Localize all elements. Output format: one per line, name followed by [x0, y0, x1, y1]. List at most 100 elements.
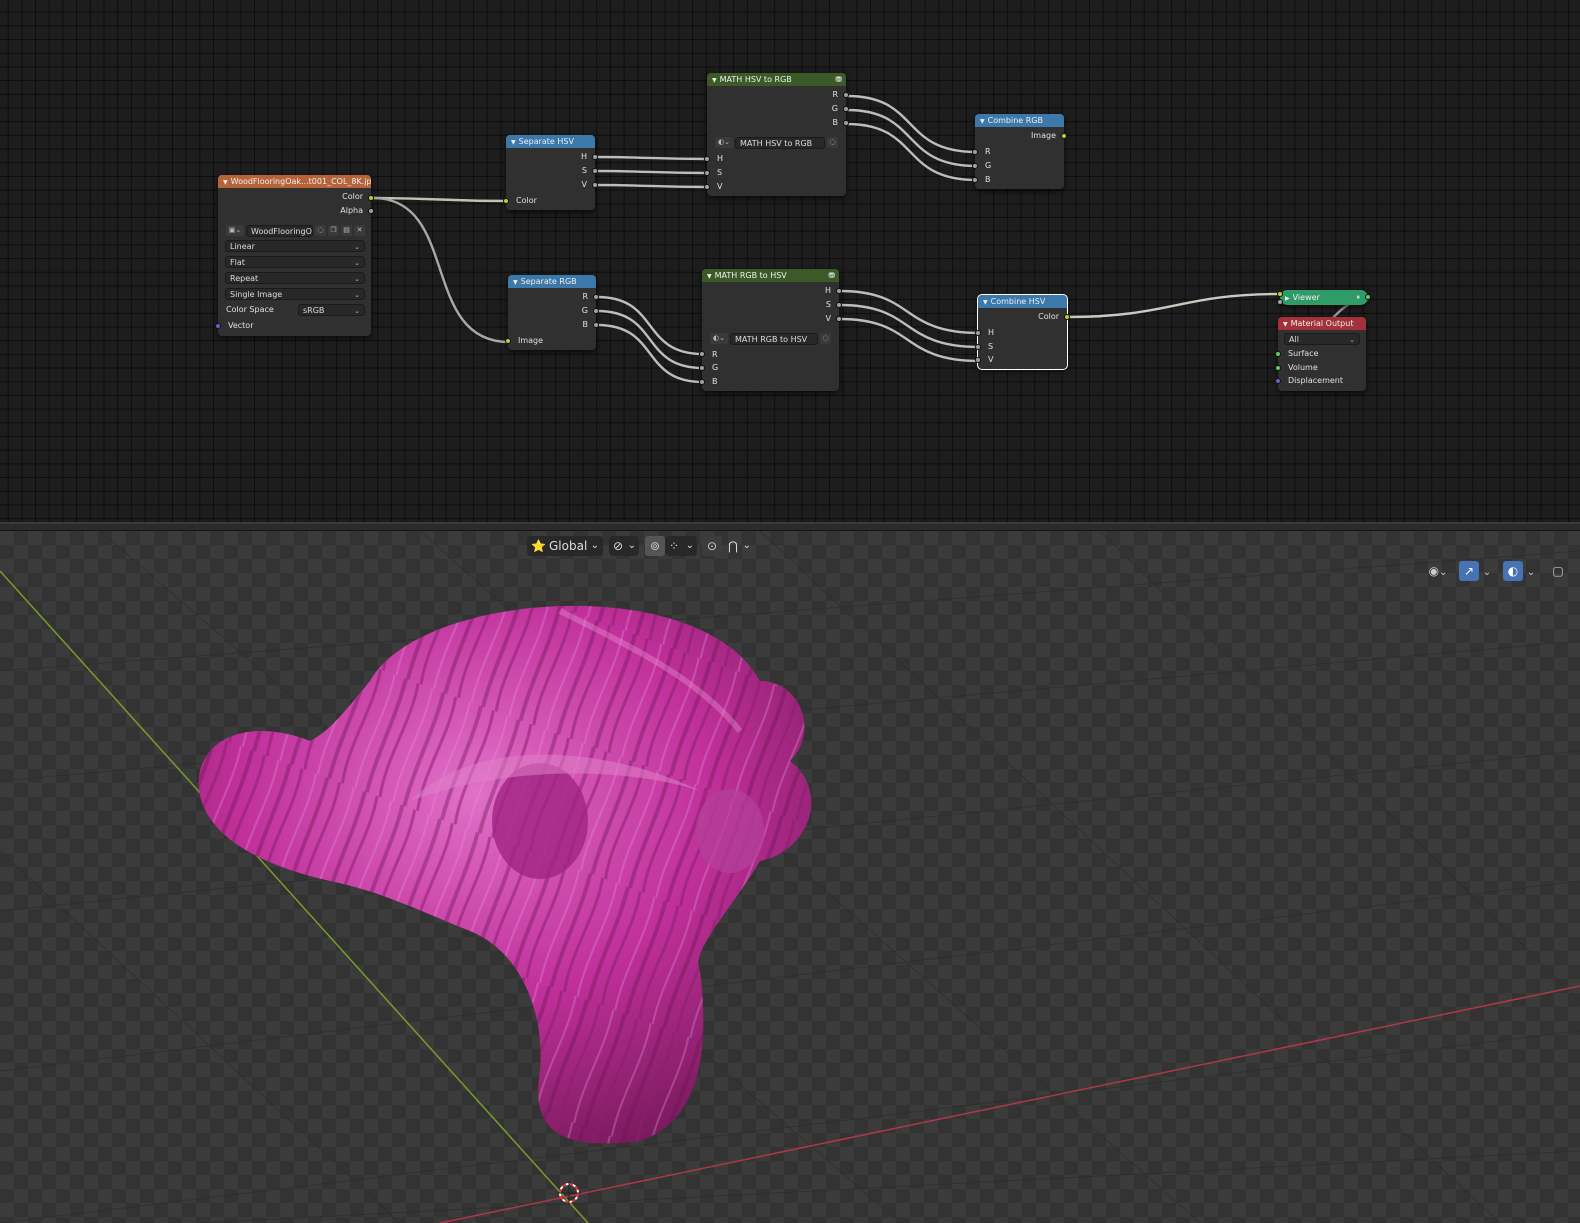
surface-input-socket[interactable]	[1275, 351, 1281, 357]
r-output-socket[interactable]	[843, 92, 849, 98]
s-input-socket[interactable]	[704, 170, 710, 176]
unlink-icon[interactable]: ✕	[354, 225, 365, 236]
node-header[interactable]: ▼ Separate RGB	[508, 275, 596, 288]
3d-viewport[interactable]: ⭐ Global ⌄ ⊘ ⌄ ⊚ ⁘ ⌄ ⊙ ⋂ ⌄ ◉⌄ ↗ ⌄ ◐ ⌄ ▢	[0, 531, 1580, 1223]
volume-input-socket[interactable]	[1275, 365, 1281, 371]
collapse-arrow-icon[interactable]: ▼	[983, 299, 988, 306]
fake-user-icon[interactable]: ◌	[315, 225, 326, 236]
displacement-input-socket[interactable]	[1275, 378, 1281, 384]
combine-rgb-node[interactable]: ▼ Combine RGB Image R G B	[972, 114, 1067, 189]
extension-select[interactable]: Repeat ⌄	[225, 272, 365, 284]
pivot-point-select[interactable]: ⊘ ⌄	[609, 536, 639, 556]
falloff-select[interactable]: ⋂ ⌄	[724, 536, 754, 556]
area-divider[interactable]	[0, 522, 1580, 531]
node-header[interactable]: ▼ WoodFlooringOak...t001_COL_8K.jpg	[218, 175, 371, 188]
node-group-name-field[interactable]: MATH HSV to RGB	[735, 137, 825, 149]
source-select[interactable]: Single Image ⌄	[225, 288, 365, 300]
viewer-output-socket[interactable]	[1365, 294, 1371, 300]
b-input-socket[interactable]	[699, 379, 705, 385]
b-output-socket[interactable]	[593, 322, 599, 328]
v-input-socket[interactable]	[975, 357, 981, 363]
node-group-icon[interactable]: ⛃	[835, 73, 842, 86]
g-output-socket[interactable]	[843, 106, 849, 112]
material-output-node[interactable]: ▼ Material Output All ⌄ Surface Volume Dis…	[1275, 317, 1366, 391]
image-name-field[interactable]: WoodFlooringO...	[246, 225, 313, 237]
interpolation-select[interactable]: Linear ⌄	[225, 240, 365, 252]
node-header[interactable]: ▼ Separate HSV	[506, 135, 595, 148]
g-input-socket[interactable]	[699, 365, 705, 371]
transform-orientation-select[interactable]: ⭐ Global ⌄	[527, 536, 603, 556]
color-space-select[interactable]: sRGB ⌄	[298, 304, 365, 316]
v-output-socket[interactable]	[836, 316, 842, 322]
g-input-socket[interactable]	[972, 163, 978, 169]
r-input-socket[interactable]	[699, 351, 705, 357]
separate-hsv-node[interactable]: ▼ Separate HSV H S V Color	[503, 135, 598, 210]
s-input-socket[interactable]	[975, 344, 981, 350]
h-input-socket[interactable]	[704, 156, 710, 162]
node-header[interactable]: ▶ Viewer ⏸	[1280, 290, 1368, 305]
v-input-socket[interactable]	[704, 184, 710, 190]
combine-hsv-node[interactable]: ▼ Combine HSV Color H S V	[975, 294, 1070, 370]
vector-input-socket[interactable]	[215, 323, 221, 329]
h-output-socket[interactable]	[592, 154, 598, 160]
overlay-dropdown[interactable]: ⌄	[1524, 561, 1538, 581]
collapse-arrow-icon[interactable]: ▼	[707, 273, 712, 280]
color-output-socket[interactable]	[1064, 314, 1070, 320]
node-header[interactable]: ▼ MATH RGB to HSV ⛃	[702, 269, 839, 282]
v-output-socket[interactable]	[592, 182, 598, 188]
gizmo-toggle[interactable]: ↗	[1459, 561, 1479, 581]
fake-user-icon[interactable]: ◌	[820, 333, 831, 344]
color-input-socket[interactable]	[503, 198, 509, 204]
visibility-select[interactable]: ◉⌄	[1423, 561, 1453, 581]
node-group-name-field[interactable]: MATH RGB to HSV	[730, 333, 818, 345]
node-tree-browse-icon[interactable]: ◐⌄	[710, 333, 728, 344]
viewer-node[interactable]: ▶ Viewer ⏸	[1277, 290, 1371, 305]
image-texture-node[interactable]: ▼ WoodFlooringOak...t001_COL_8K.jpg Color…	[215, 175, 374, 336]
fake-user-icon[interactable]: ◌	[827, 137, 838, 148]
collapse-arrow-icon[interactable]: ▼	[980, 118, 985, 125]
image-output-socket[interactable]	[1061, 133, 1067, 139]
b-input-socket[interactable]	[972, 177, 978, 183]
r-output-socket[interactable]	[593, 294, 599, 300]
node-header[interactable]: ▼ Combine RGB	[975, 114, 1064, 127]
color-output-socket[interactable]	[368, 195, 374, 201]
xray-toggle[interactable]: ▢	[1548, 561, 1568, 581]
image-input-socket[interactable]	[505, 338, 511, 344]
suzanne-mesh[interactable]	[198, 605, 812, 1144]
math-rgb-to-hsv-node[interactable]: ▼ MATH RGB to HSV ⛃ H S V ◐⌄ MATH RGB to H…	[699, 269, 842, 391]
alpha-output-socket[interactable]	[368, 208, 374, 214]
gizmo-dropdown[interactable]: ⌄	[1480, 561, 1494, 581]
3d-cursor-icon[interactable]	[557, 1181, 581, 1205]
collapse-arrow-icon[interactable]: ▼	[223, 179, 228, 186]
proportional-edit-toggle[interactable]: ⊙	[702, 536, 722, 556]
b-output-socket[interactable]	[843, 120, 849, 126]
node-group-icon[interactable]: ⛃	[828, 269, 835, 282]
node-header[interactable]: ▼ MATH HSV to RGB ⛃	[707, 73, 846, 86]
node-tree-browse-icon[interactable]: ◐⌄	[715, 137, 733, 148]
separate-rgb-node[interactable]: ▼ Separate RGB R G B Image	[505, 275, 599, 350]
h-output-socket[interactable]	[836, 288, 842, 294]
snap-target-select[interactable]: ⁘ ⌄	[665, 536, 697, 556]
s-output-socket[interactable]	[592, 168, 598, 174]
open-image-icon[interactable]: ▤	[341, 225, 352, 236]
s-output-socket[interactable]	[836, 302, 842, 308]
projection-select[interactable]: Flat ⌄	[225, 256, 365, 268]
collapse-arrow-icon[interactable]: ▼	[511, 139, 516, 146]
math-hsv-to-rgb-node[interactable]: ▼ MATH HSV to RGB ⛃ R G B ◐⌄ MATH HSV to R…	[704, 73, 849, 196]
collapse-arrow-icon[interactable]: ▼	[712, 77, 717, 84]
r-input-socket[interactable]	[972, 149, 978, 155]
h-input-socket[interactable]	[975, 330, 981, 336]
expand-arrow-icon[interactable]: ▶	[1285, 295, 1290, 302]
node-header[interactable]: ▼ Material Output	[1278, 317, 1366, 330]
viewer-input-socket[interactable]	[1277, 291, 1283, 297]
node-editor[interactable]: ▼ WoodFlooringOak...t001_COL_8K.jpg Color…	[0, 0, 1580, 522]
g-output-socket[interactable]	[593, 308, 599, 314]
collapse-arrow-icon[interactable]: ▼	[513, 279, 518, 286]
node-header[interactable]: ▼ Combine HSV	[978, 295, 1067, 308]
snap-toggle[interactable]: ⊚	[645, 536, 665, 556]
duplicate-icon[interactable]: ❐	[328, 225, 339, 236]
overlay-toggle[interactable]: ◐	[1503, 561, 1523, 581]
collapse-arrow-icon[interactable]: ▼	[1283, 321, 1288, 328]
viewer-hidden-socket[interactable]	[1277, 299, 1283, 305]
render-target-select[interactable]: All ⌄	[1284, 333, 1360, 345]
